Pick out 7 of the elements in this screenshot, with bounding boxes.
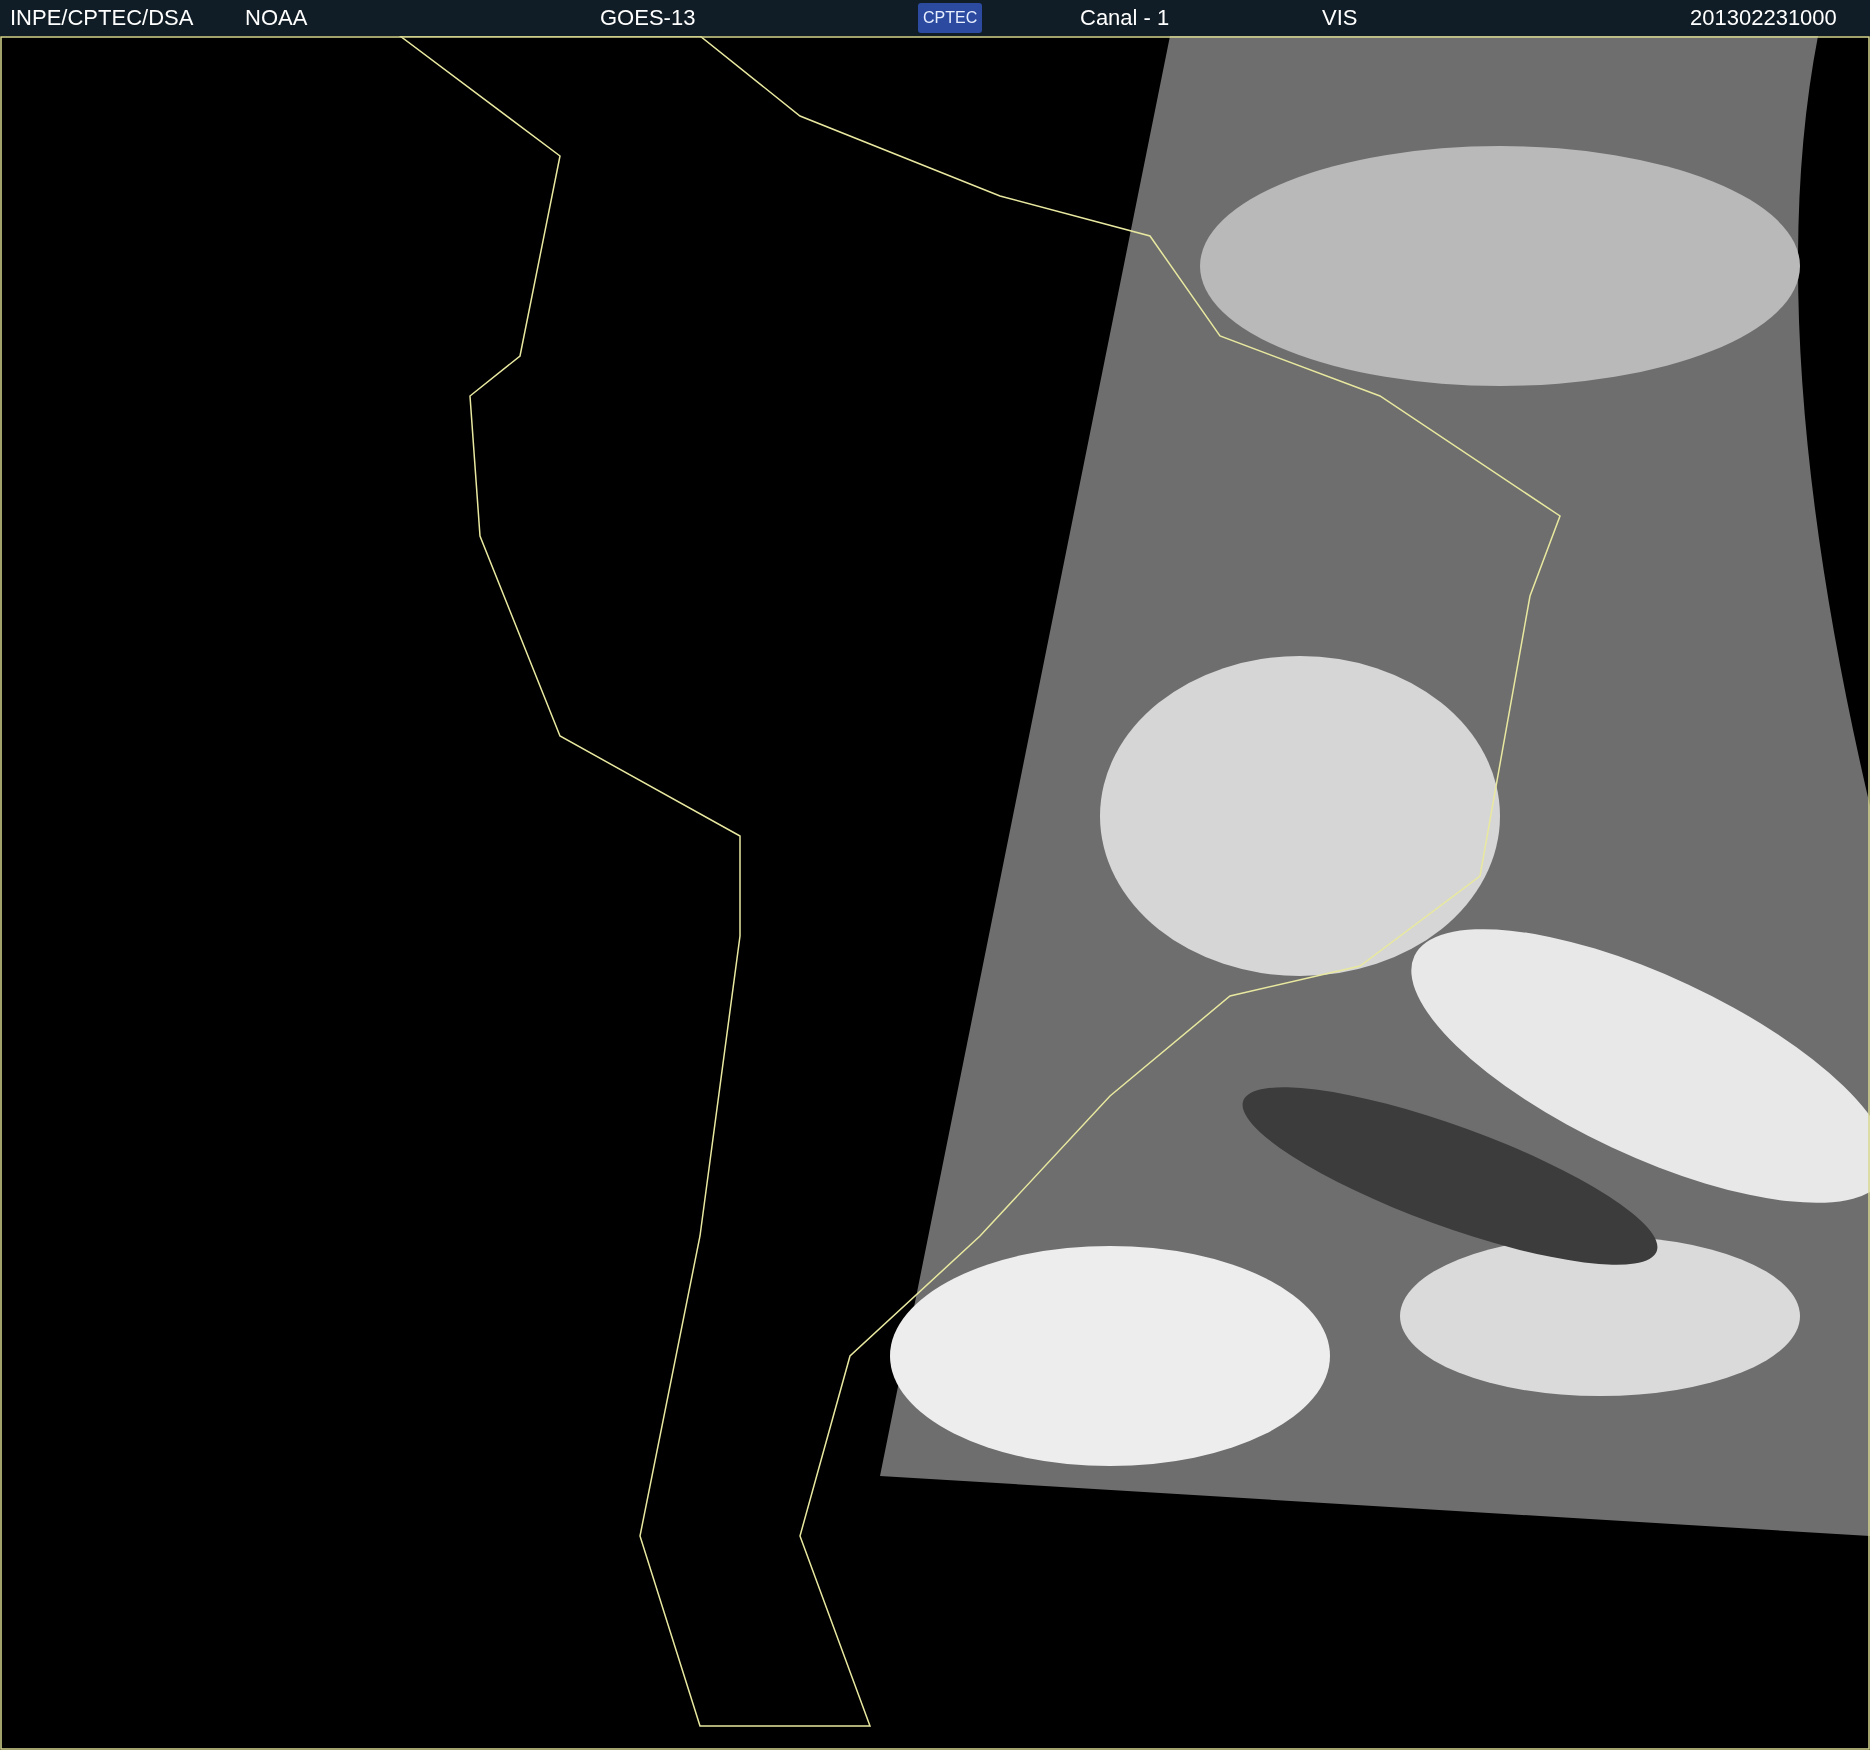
header-text: VIS <box>1322 5 1358 31</box>
header-text: GOES-13 <box>600 5 696 31</box>
header-text: NOAA <box>245 5 308 31</box>
header-text: INPE/CPTEC/DSA <box>10 5 194 31</box>
logo: CPTEC <box>918 3 983 33</box>
header-text: 201302231000 <box>1690 5 1837 31</box>
header-text: Canal - 1 <box>1080 5 1170 31</box>
